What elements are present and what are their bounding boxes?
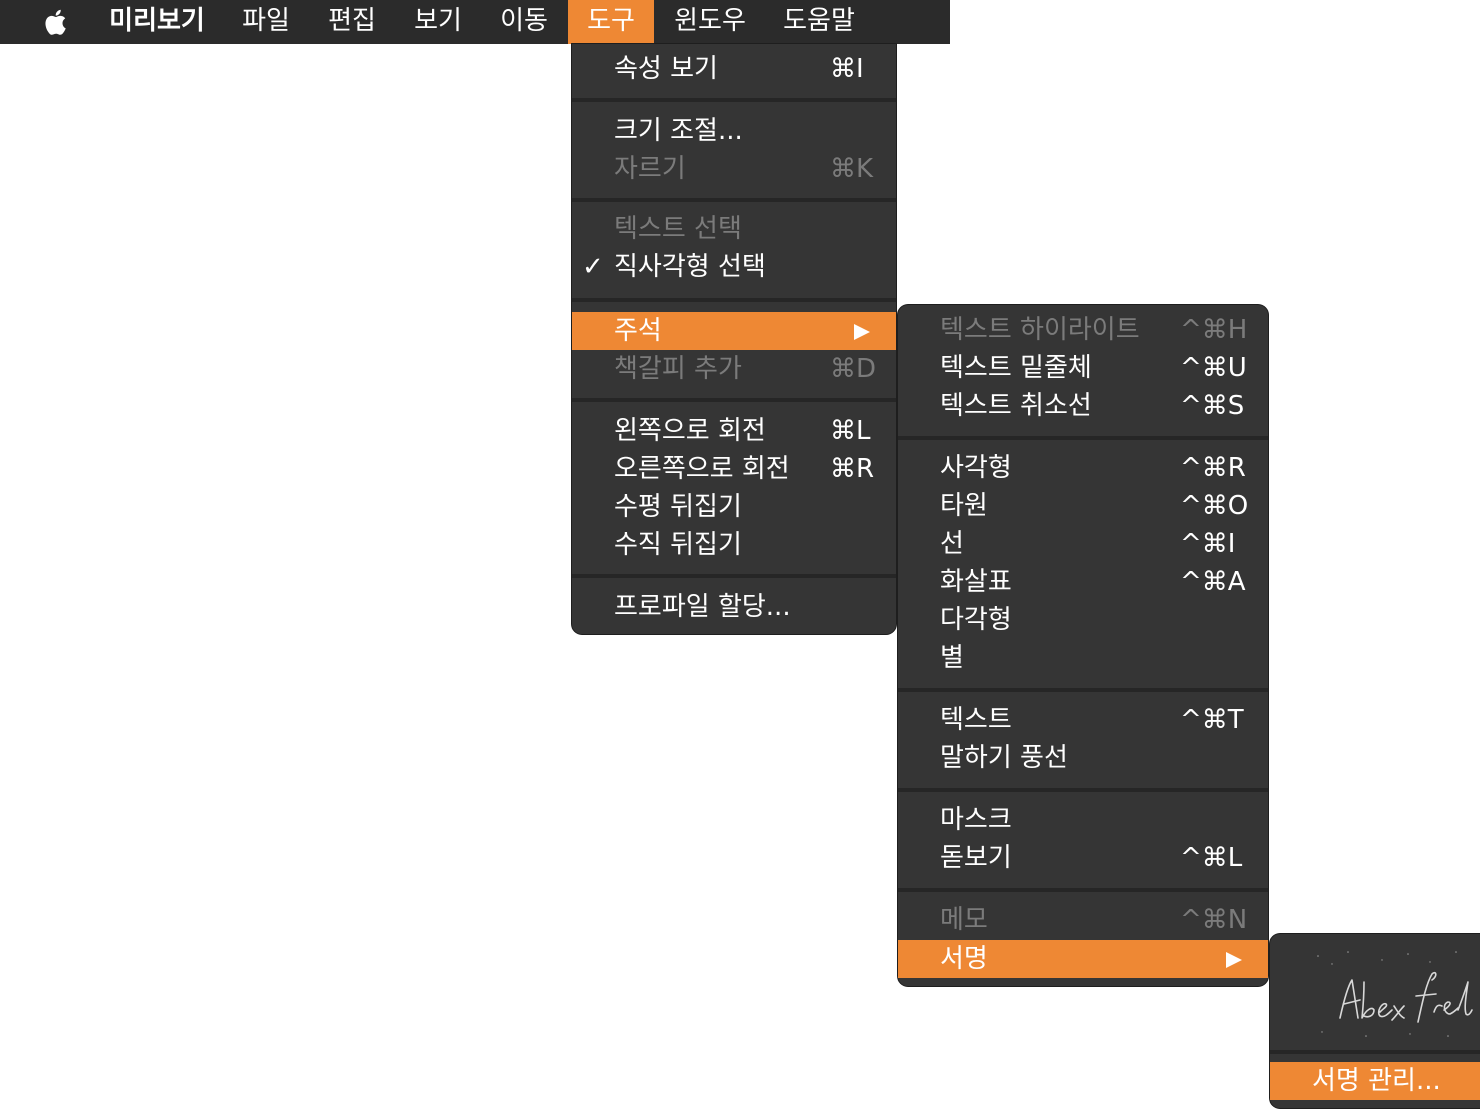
- menu-item-label: 선: [940, 529, 964, 559]
- menu-item-rotate-left[interactable]: 왼쪽으로 회전 ⌘L: [572, 412, 896, 450]
- menu-item-label: 책갈피 추가: [614, 354, 742, 384]
- menu-separator: [572, 574, 896, 578]
- menu-item-label: 텍스트 하이라이트: [940, 315, 1140, 345]
- menu-item-shortcut: ^⌘O: [1180, 491, 1249, 521]
- menu-item-shortcut: ⌘L: [830, 416, 871, 446]
- submenu-arrow-icon: [1226, 952, 1242, 968]
- signature-submenu: 서명 관리...: [1270, 934, 1480, 1108]
- handwritten-signature: [1317, 951, 1473, 1037]
- menubar-edit[interactable]: 편집: [314, 0, 390, 44]
- menu-item-line[interactable]: 선 ^⌘I: [898, 525, 1268, 563]
- menu-separator: [898, 888, 1268, 892]
- menu-item-shortcut: ^⌘U: [1180, 353, 1247, 383]
- menu-item-label: 직사각형 선택: [614, 252, 766, 282]
- menu-item-annotate[interactable]: 주석: [572, 312, 896, 350]
- menu-item-label: 텍스트 선택: [614, 214, 742, 244]
- menu-item-label: 말하기 풍선: [940, 743, 1068, 773]
- menu-item-rectangle[interactable]: 사각형 ^⌘R: [898, 449, 1268, 487]
- apple-logo-icon[interactable]: [38, 4, 74, 40]
- menubar-file[interactable]: 파일: [228, 0, 304, 44]
- menu-separator: [572, 198, 896, 202]
- menu-item-label: 왼쪽으로 회전: [614, 416, 766, 446]
- menu-item-shortcut: ^⌘R: [1180, 453, 1246, 483]
- menu-separator: [572, 298, 896, 302]
- menu-item-label: 사각형: [940, 453, 1012, 483]
- menu-item-note: 메모 ^⌘N: [898, 901, 1268, 939]
- menubar-app-preview[interactable]: 미리보기: [96, 0, 218, 44]
- menu-item-label: 서명: [940, 944, 988, 974]
- menu-item-label: 크기 조절...: [614, 116, 743, 146]
- menubar-go[interactable]: 이동: [486, 0, 562, 44]
- menu-item-shortcut: ^⌘T: [1180, 705, 1244, 735]
- menu-item-shortcut: ^⌘A: [1180, 567, 1246, 597]
- menu-item-label: 돋보기: [940, 843, 1012, 873]
- menu-item-strikethrough-text[interactable]: 텍스트 취소선 ^⌘S: [898, 387, 1268, 425]
- menubar-tools[interactable]: 도구: [568, 0, 654, 44]
- menu-item-speech-bubble[interactable]: 말하기 풍선: [898, 739, 1268, 777]
- menu-item-crop: 자르기 ⌘K: [572, 150, 896, 188]
- menu-item-shortcut: ^⌘H: [1180, 315, 1248, 345]
- menu-item-label: 별: [940, 643, 964, 673]
- menu-separator: [572, 398, 896, 402]
- menu-item-shortcut: ^⌘L: [1180, 843, 1243, 873]
- checkmark-icon: ✓: [582, 252, 604, 282]
- menu-item-text-selection: 텍스트 선택: [572, 210, 896, 248]
- menu-item-label: 오른쪽으로 회전: [614, 454, 790, 484]
- menu-item-flip-vertical[interactable]: 수직 뒤집기: [572, 526, 896, 564]
- menu-item-mask[interactable]: 마스크: [898, 801, 1268, 839]
- menu-item-shortcut: ⌘R: [830, 454, 875, 484]
- menu-item-shortcut: ⌘D: [830, 354, 877, 384]
- menu-item-oval[interactable]: 타원 ^⌘O: [898, 487, 1268, 525]
- menu-item-text[interactable]: 텍스트 ^⌘T: [898, 701, 1268, 739]
- menu-item-label: 메모: [940, 905, 988, 935]
- menu-item-label: 자르기: [614, 154, 686, 184]
- menu-item-label: 텍스트: [940, 705, 1012, 735]
- menu-item-star[interactable]: 별: [898, 639, 1268, 677]
- menu-item-get-info[interactable]: 속성 보기 ⌘I: [572, 50, 896, 88]
- menu-separator: [898, 436, 1268, 440]
- menu-item-label: 프로파일 할당...: [614, 592, 791, 622]
- menu-item-label: 타원: [940, 491, 988, 521]
- annotate-submenu: 텍스트 하이라이트 ^⌘H 텍스트 밑줄체 ^⌘U 텍스트 취소선 ^⌘S 사각…: [898, 305, 1268, 986]
- menu-item-shortcut: ^⌘I: [1180, 529, 1236, 559]
- menubar-window[interactable]: 윈도우: [662, 0, 758, 44]
- menu-item-underline-text[interactable]: 텍스트 밑줄체 ^⌘U: [898, 349, 1268, 387]
- menu-item-label: 텍스트 취소선: [940, 391, 1092, 421]
- menubar-view[interactable]: 보기: [400, 0, 476, 44]
- menu-item-shortcut: ^⌘S: [1180, 391, 1245, 421]
- menu-item-label: 속성 보기: [614, 54, 718, 84]
- menu-separator: [898, 788, 1268, 792]
- menu-item-add-bookmark: 책갈피 추가 ⌘D: [572, 350, 896, 388]
- menu-item-assign-profile[interactable]: 프로파일 할당...: [572, 588, 896, 626]
- menu-item-shortcut: ⌘K: [830, 154, 874, 184]
- menu-item-loupe[interactable]: 돋보기 ^⌘L: [898, 839, 1268, 877]
- menu-separator: [572, 98, 896, 102]
- menu-item-label: 화살표: [940, 567, 1012, 597]
- menu-item-label: 텍스트 밑줄체: [940, 353, 1092, 383]
- menu-item-label: 수평 뒤집기: [614, 492, 742, 522]
- menu-item-label: 서명 관리...: [1312, 1066, 1441, 1096]
- submenu-arrow-icon: [854, 324, 870, 340]
- menu-item-label: 수직 뒤집기: [614, 530, 742, 560]
- menu-item-label: 마스크: [940, 805, 1012, 835]
- menu-item-rectangular-selection[interactable]: ✓ 직사각형 선택: [572, 248, 896, 286]
- menu-item-shortcut: ^⌘N: [1180, 905, 1248, 935]
- menu-item-label: 다각형: [940, 605, 1012, 635]
- menu-item-polygon[interactable]: 다각형: [898, 601, 1268, 639]
- menu-item-rotate-right[interactable]: 오른쪽으로 회전 ⌘R: [572, 450, 896, 488]
- menu-item-highlight-text: 텍스트 하이라이트 ^⌘H: [898, 311, 1268, 349]
- menu-item-adjust-size[interactable]: 크기 조절...: [572, 112, 896, 150]
- menubar-help[interactable]: 도움말: [770, 0, 868, 44]
- menu-item-signature[interactable]: 서명: [898, 940, 1268, 978]
- menu-separator: [1270, 1050, 1480, 1054]
- menu-item-shortcut: ⌘I: [830, 54, 864, 84]
- menu-item-arrow[interactable]: 화살표 ^⌘A: [898, 563, 1268, 601]
- menu-item-manage-signatures[interactable]: 서명 관리...: [1270, 1062, 1480, 1100]
- signature-preview[interactable]: [1270, 940, 1480, 1048]
- menu-item-label: 주석: [614, 316, 662, 346]
- tools-menu: 속성 보기 ⌘I 크기 조절... 자르기 ⌘K 텍스트 선택 ✓ 직사각형 선…: [572, 44, 896, 634]
- menu-item-flip-horizontal[interactable]: 수평 뒤집기: [572, 488, 896, 526]
- menu-bar: 미리보기 파일 편집 보기 이동 도구 윈도우 도움말: [0, 0, 950, 44]
- menu-separator: [898, 688, 1268, 692]
